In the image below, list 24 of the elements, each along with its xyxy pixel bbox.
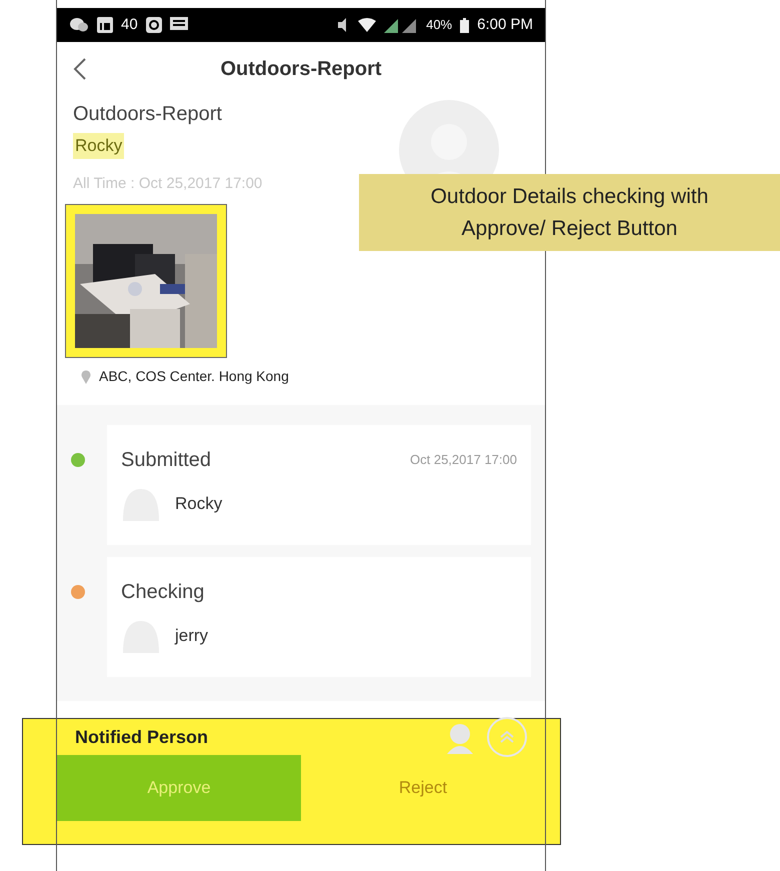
annotation-callout: Outdoor Details checking with Approve/ Reject Button <box>359 174 780 251</box>
notified-person-label: Notified Person <box>75 726 210 748</box>
location-pin-icon <box>81 370 91 384</box>
location-text: ABC, COS Center. Hong Kong <box>99 367 289 386</box>
clock: 6:00 PM <box>477 14 533 35</box>
reject-button[interactable]: Reject <box>301 755 545 821</box>
approve-button[interactable]: Approve <box>57 755 301 821</box>
person-name: jerry <box>175 625 208 648</box>
notification-count: 40 <box>121 14 138 35</box>
wifi-icon <box>358 18 376 32</box>
step-status: Checking <box>121 580 204 605</box>
chat-icon <box>69 17 89 33</box>
message-icon <box>170 17 188 33</box>
step-date: Oct 25,2017 17:00 <box>410 451 517 470</box>
signal-icon <box>384 17 418 33</box>
battery-percent: 40% <box>426 16 452 34</box>
battery-icon <box>460 18 470 32</box>
page-title: Outdoors-Report <box>219 56 383 82</box>
step-status: Submitted <box>121 448 212 473</box>
app-icon <box>146 17 162 33</box>
chevron-up-icon <box>499 730 515 744</box>
report-type: Outdoors-Report <box>73 102 223 127</box>
reporter-name: Rocky <box>73 133 124 158</box>
person-name: Rocky <box>175 493 222 516</box>
